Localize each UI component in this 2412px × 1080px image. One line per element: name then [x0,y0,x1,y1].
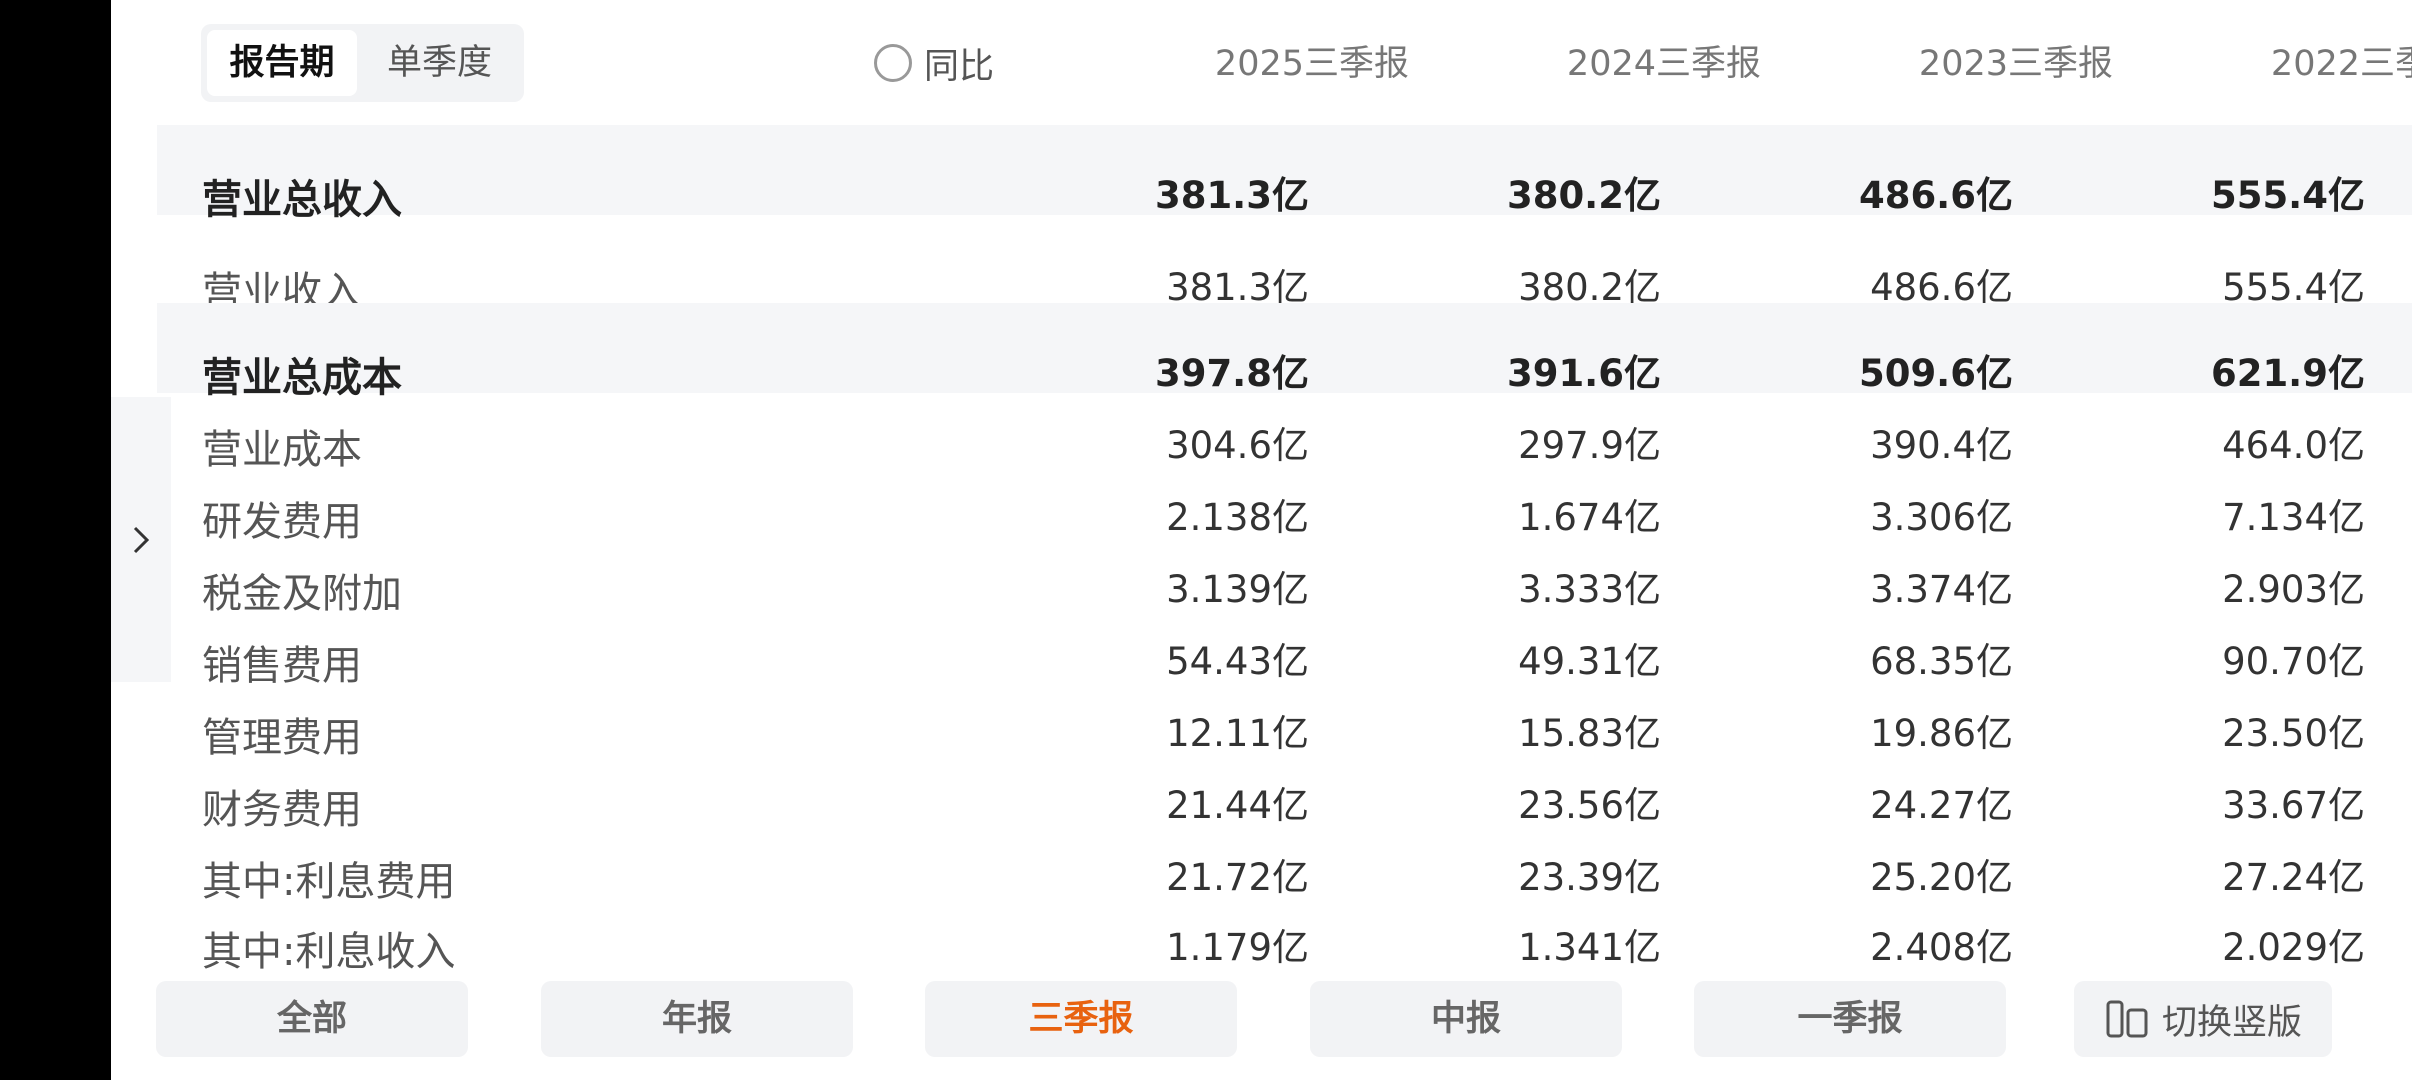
expand-panel-button[interactable] [111,397,171,682]
table-row[interactable]: 营业总收入 381.3亿 380.2亿 486.6亿 555.4亿 [157,125,2412,223]
cell-value: 486.6亿 [1858,174,2013,217]
chevron-right-icon [133,526,150,553]
cell-value: 49.31亿 [1518,640,1661,683]
black-side-bar [0,0,111,1080]
tab-all[interactable]: 全部 [156,981,468,1057]
cell-value: 397.8亿 [1154,352,1309,395]
cell-value: 2.029亿 [2222,926,2365,969]
row-label: 其中:利息费用 [202,859,456,905]
cell-value: 1.674亿 [1518,496,1661,539]
cell-value: 90.70亿 [2222,640,2365,683]
row-label: 营业总成本 [202,355,402,401]
row-label: 研发费用 [202,499,362,545]
tab-interim[interactable]: 中报 [1310,981,1622,1057]
cell-value: 21.44亿 [1166,784,1309,827]
column-header: 2022三季报 [2270,44,2412,84]
row-label: 营业成本 [202,427,362,473]
tab-q1[interactable]: 一季报 [1694,981,2006,1057]
cell-value: 2.138亿 [1166,496,1309,539]
switch-portrait-button[interactable]: 切换竖版 [2074,981,2332,1057]
cell-value: 391.6亿 [1506,352,1661,395]
switch-portrait-label: 切换竖版 [2161,1002,2302,1043]
table-row[interactable]: 其中:利息费用 21.72亿 23.39亿 25.20亿 27.24亿 [157,835,2412,907]
cell-value: 25.20亿 [1870,856,2013,899]
table-row[interactable]: 销售费用 54.43亿 49.31亿 68.35亿 90.70亿 [157,619,2412,691]
financial-table-view: 报告期 单季度 同比 2025三季报 2024三季报 2023三季报 2022三… [111,0,2412,1080]
table-row[interactable]: 财务费用 21.44亿 23.56亿 24.27亿 33.67亿 [157,763,2412,835]
table-row[interactable]: 其中:利息收入 1.179亿 1.341亿 2.408亿 2.029亿 [157,907,2412,975]
row-label: 管理费用 [202,715,362,761]
cell-value: 3.374亿 [1870,568,2013,611]
cell-value: 33.67亿 [2222,784,2365,827]
cell-value: 464.0亿 [2222,424,2365,467]
cell-value: 19.86亿 [1870,712,2013,755]
cell-value: 1.341亿 [1518,926,1661,969]
cell-value: 68.35亿 [1870,640,2013,683]
cell-value: 555.4亿 [2210,174,2365,217]
cell-value: 7.134亿 [2222,496,2365,539]
period-segmented-control: 报告期 单季度 [201,24,524,102]
row-label: 税金及附加 [202,571,402,617]
table-row[interactable]: 营业总成本 397.8亿 391.6亿 509.6亿 621.9亿 [157,303,2412,401]
cell-value: 54.43亿 [1166,640,1309,683]
cell-value: 23.50亿 [2222,712,2365,755]
table-row[interactable]: 研发费用 2.138亿 1.674亿 3.306亿 7.134亿 [157,475,2412,547]
yoy-label: 同比 [924,46,995,87]
cell-value: 3.306亿 [1870,496,2013,539]
cell-value: 381.3亿 [1154,174,1309,217]
segment-report-period[interactable]: 报告期 [207,30,357,96]
row-label: 其中:利息收入 [202,929,456,975]
cell-value: 23.56亿 [1518,784,1661,827]
cell-value: 23.39亿 [1518,856,1661,899]
yoy-toggle[interactable]: 同比 [874,38,994,88]
cell-value: 304.6亿 [1166,424,1309,467]
cell-value: 2.903亿 [2222,568,2365,611]
cell-value: 3.333亿 [1518,568,1661,611]
table-row[interactable]: 税金及附加 3.139亿 3.333亿 3.374亿 2.903亿 [157,547,2412,619]
column-header: 2025三季报 [1214,44,1409,84]
table-row[interactable]: 管理费用 12.11亿 15.83亿 19.86亿 23.50亿 [157,691,2412,763]
cell-value: 12.11亿 [1166,712,1309,755]
cell-value: 1.179亿 [1166,926,1309,969]
column-header: 2023三季报 [1918,44,2113,84]
cell-value: 509.6亿 [1858,352,2013,395]
row-label: 销售费用 [202,643,362,689]
column-header: 2024三季报 [1566,44,1761,84]
cell-value: 21.72亿 [1166,856,1309,899]
cell-value: 24.27亿 [1870,784,2013,827]
cell-value: 390.4亿 [1870,424,2013,467]
cell-value: 27.24亿 [2222,856,2365,899]
table-row[interactable]: 营业成本 304.6亿 297.9亿 390.4亿 464.0亿 [157,403,2412,475]
tab-q3[interactable]: 三季报 [925,981,1237,1057]
row-label: 财务费用 [202,787,362,833]
cell-value: 15.83亿 [1518,712,1661,755]
rotate-screen-icon [2106,1000,2148,1038]
table-row[interactable]: 营业收入 381.3亿 380.2亿 486.6亿 555.4亿 [157,215,2412,315]
cell-value: 2.408亿 [1870,926,2013,969]
cell-value: 297.9亿 [1518,424,1661,467]
tab-annual[interactable]: 年报 [541,981,853,1057]
radio-circle-icon[interactable] [874,44,912,82]
cell-value: 380.2亿 [1506,174,1661,217]
cell-value: 621.9亿 [2210,352,2365,395]
cell-value: 3.139亿 [1166,568,1309,611]
segment-single-quarter[interactable]: 单季度 [361,30,518,96]
